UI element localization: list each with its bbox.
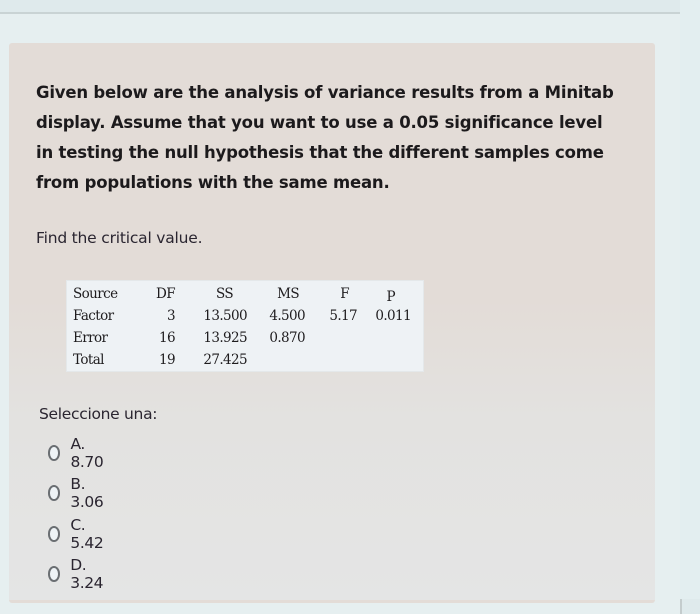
question-line: from populations with the same mean. [36,173,390,192]
header-f: F [340,286,349,302]
screen-edge [680,0,700,599]
option-b[interactable]: B. 3.06 [48,475,107,511]
header-source: Source [73,286,118,302]
question-line: Given below are the analysis of variance… [36,83,614,102]
header-ms: MS [277,286,299,302]
cell-p: 0.011 [375,308,411,324]
anova-row-factor: Factor 3 13.500 4.500 5.17 0.011 [73,305,412,327]
cell-ms: 4.500 [269,308,305,324]
option-d[interactable]: D. 3.24 [48,556,107,592]
option-a[interactable]: A. 8.70 [48,435,107,471]
radio-button-icon[interactable] [48,485,61,501]
option-c[interactable]: C. 5.42 [48,516,107,552]
question-prompt: Find the critical value. [36,229,203,247]
cell-ms [247,349,305,371]
anova-header-row: Source DF SS MS F P [73,283,411,305]
question-text: Given below are the analysis of variance… [36,78,636,198]
radio-button-icon[interactable] [48,566,61,582]
option-label: A. 8.70 [70,435,104,471]
option-label: B. 3.06 [70,475,104,511]
cell-p [357,349,411,371]
cell-source: Factor [73,308,114,324]
cell-df: 19 [159,352,176,368]
question-line: in testing the null hypothesis that the … [36,143,604,162]
select-one-label: Seleccione una: [39,405,158,423]
cell-f [305,349,357,371]
cell-ss: 13.500 [203,308,247,324]
option-label: C. 5.42 [70,516,104,552]
cell-ms: 0.870 [269,330,305,346]
radio-button-icon[interactable] [48,445,61,461]
cell-ss: 13.925 [203,330,247,346]
cell-ss: 27.425 [203,352,247,368]
header-ss: SS [215,286,234,302]
cell-f: 5.17 [329,308,357,324]
cell-df: 16 [159,330,176,346]
anova-row-total: Total 19 27.425 [73,349,411,371]
cell-f [305,327,357,349]
anova-row-error: Error 16 13.925 0.870 [73,327,411,349]
cell-source: Error [73,330,108,346]
anova-table: Source DF SS MS F P Factor 3 13.500 4.50… [73,283,412,371]
cell-df: 3 [167,308,176,324]
question-line: display. Assume that you want to use a 0… [36,113,603,132]
radio-button-icon[interactable] [48,526,61,542]
cell-source: Total [73,352,104,368]
option-label: D. 3.24 [70,556,104,592]
anova-table-image: Source DF SS MS F P Factor 3 13.500 4.50… [66,280,424,372]
header-p: P [386,289,396,305]
cell-p [357,327,411,349]
header-df: DF [156,286,176,302]
